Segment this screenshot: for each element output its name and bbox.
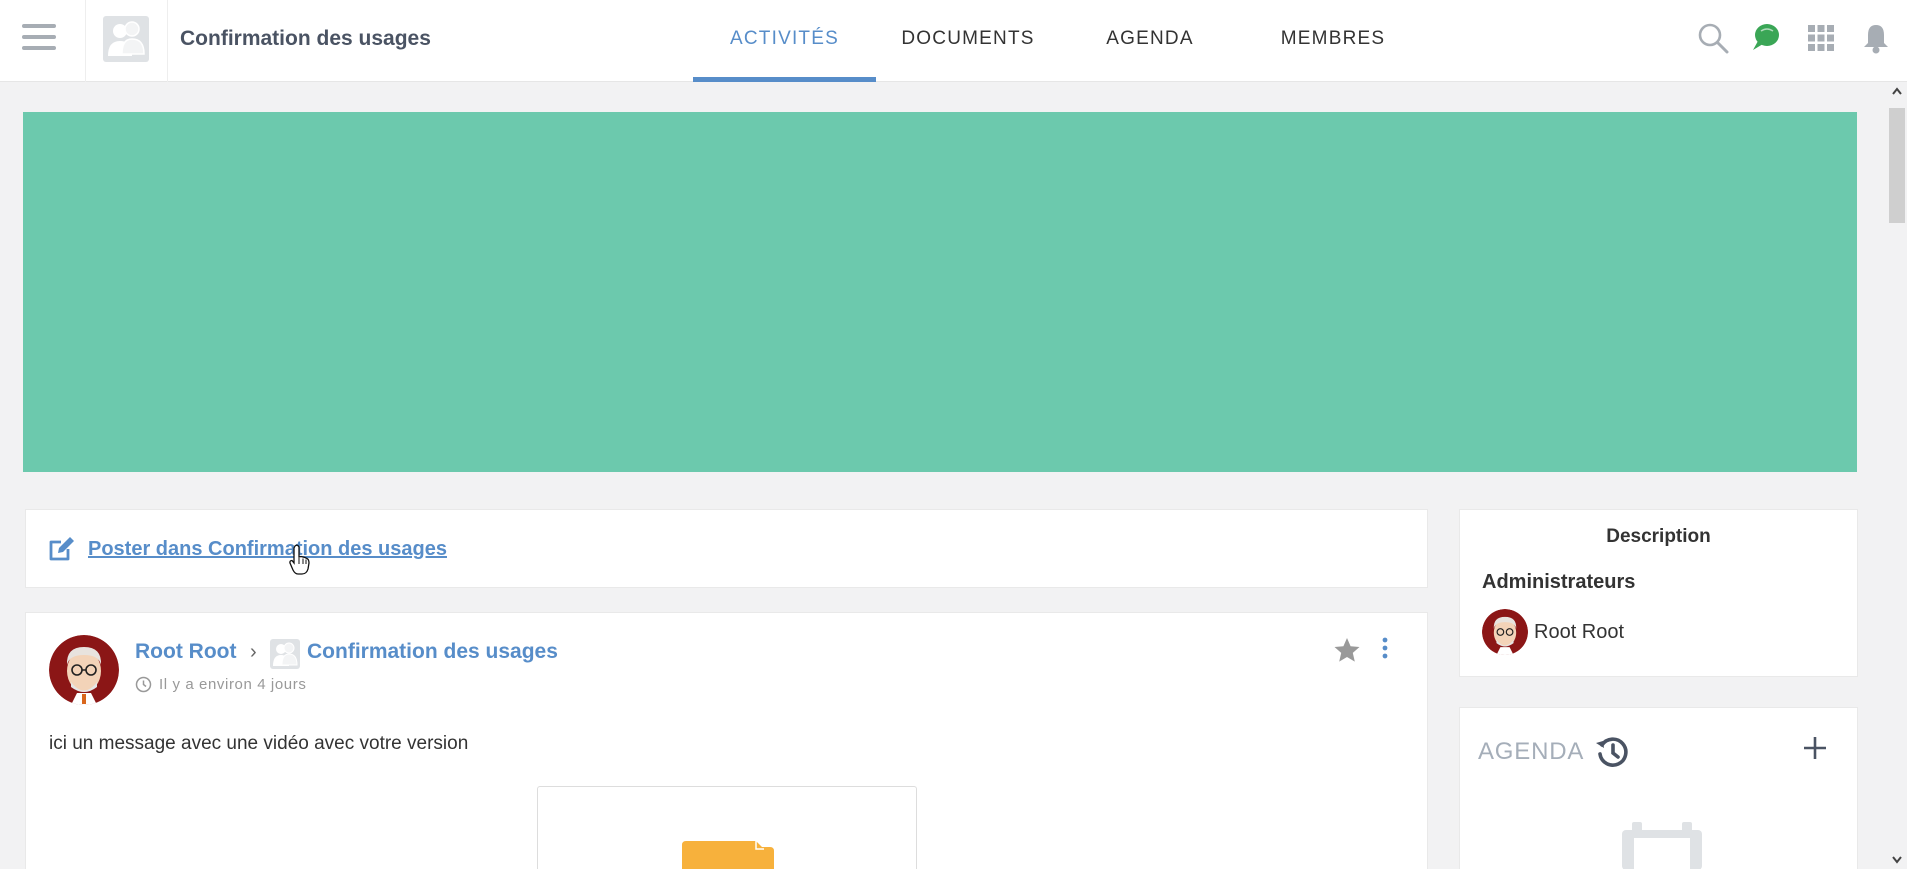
space-banner xyxy=(23,112,1857,472)
post-space-link[interactable]: Confirmation des usages xyxy=(307,640,558,664)
video-attachment[interactable] xyxy=(537,786,917,869)
tab-label: AGENDA xyxy=(1106,28,1194,49)
star-icon[interactable] xyxy=(1332,635,1362,665)
post-in-space-link[interactable]: Poster dans Confirmation des usages xyxy=(48,535,447,563)
chevron-right-icon: › xyxy=(250,641,257,663)
composer-label: Poster dans Confirmation des usages xyxy=(88,537,447,560)
space-description-card: Description Administrateurs Root Root xyxy=(1459,509,1858,677)
plus-icon[interactable] xyxy=(1800,733,1830,763)
scroll-up-icon[interactable] xyxy=(1891,86,1903,98)
activity-post: Root Root › Confirmation des usages Il y… xyxy=(25,612,1428,869)
edit-icon xyxy=(49,537,74,561)
clock-icon xyxy=(135,676,152,693)
top-bar: Confirmation des usages ACTIVITÉS DOCUME… xyxy=(0,0,1907,82)
admin-item[interactable]: Root Root xyxy=(1482,609,1624,655)
calendar-icon xyxy=(1622,822,1702,869)
space-avatar[interactable] xyxy=(103,16,149,62)
tab-label: MEMBRES xyxy=(1280,28,1386,49)
agenda-title: AGENDA xyxy=(1478,734,1630,770)
post-timestamp: Il y a environ 4 jours xyxy=(135,676,306,693)
post-author-link[interactable]: Root Root xyxy=(135,640,236,664)
avatar[interactable] xyxy=(49,635,119,705)
avatar xyxy=(1482,609,1528,655)
agenda-widget: AGENDA xyxy=(1459,707,1858,869)
folder-icon xyxy=(682,841,774,869)
chat-icon[interactable] xyxy=(1750,22,1782,54)
active-tab-indicator xyxy=(693,77,876,82)
tab-label: ACTIVITÉS xyxy=(730,28,839,49)
tab-documents[interactable]: DOCUMENTS xyxy=(893,0,1043,82)
page-title: Confirmation des usages xyxy=(180,27,431,50)
page-scrollbar[interactable] xyxy=(1887,82,1907,869)
tab-agenda[interactable]: AGENDA xyxy=(1090,0,1210,82)
divider xyxy=(85,0,86,82)
scrollbar-thumb[interactable] xyxy=(1889,108,1905,223)
space-avatar-small[interactable] xyxy=(270,639,300,669)
tab-label: DOCUMENTS xyxy=(901,28,1035,49)
more-vertical-icon[interactable] xyxy=(1378,635,1392,661)
history-icon[interactable] xyxy=(1594,734,1630,770)
scroll-down-icon[interactable] xyxy=(1891,853,1903,865)
bell-icon[interactable] xyxy=(1860,22,1892,54)
tab-membres[interactable]: MEMBRES xyxy=(1268,0,1398,82)
post-message: ici un message avec une vidéo avec votre… xyxy=(49,733,469,754)
tab-activites[interactable]: ACTIVITÉS xyxy=(693,0,876,82)
search-icon[interactable] xyxy=(1697,22,1729,54)
apps-grid-icon[interactable] xyxy=(1805,22,1837,54)
hamburger-icon[interactable] xyxy=(22,24,56,54)
agenda-title-text: AGENDA xyxy=(1478,738,1585,765)
divider xyxy=(167,0,168,82)
administrators-title: Administrateurs xyxy=(1482,571,1636,593)
description-title: Description xyxy=(1606,526,1711,547)
activity-composer: Poster dans Confirmation des usages xyxy=(25,509,1428,588)
admin-name: Root Root xyxy=(1534,620,1625,643)
post-time-text: Il y a environ 4 jours xyxy=(159,676,307,693)
